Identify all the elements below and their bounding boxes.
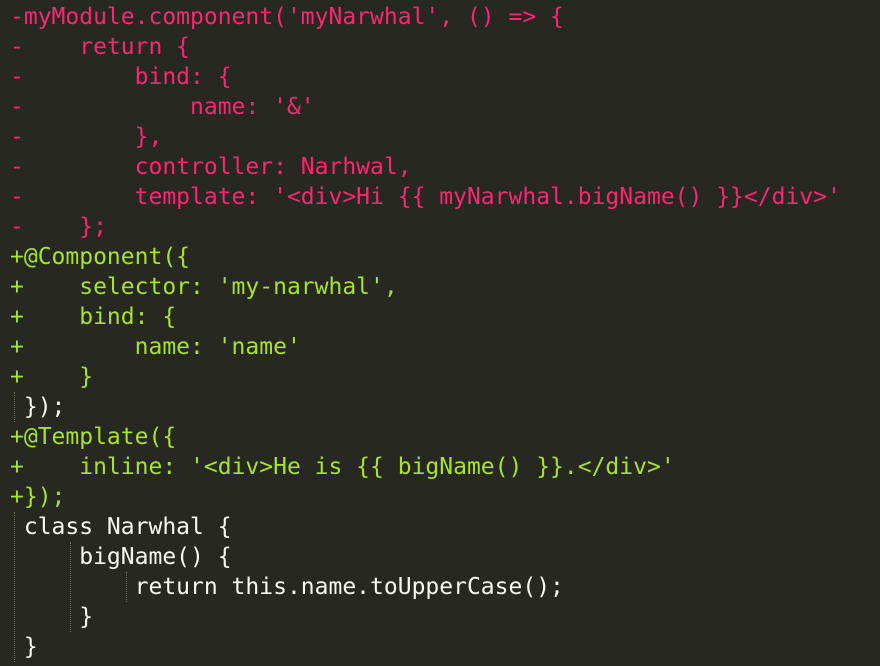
diff-line-removed: - name: '&' [10, 94, 315, 120]
diff-line-added: +}); [10, 484, 66, 510]
diff-line-added: + bind: { [10, 304, 177, 330]
diff-line-added: +@Template({ [10, 424, 177, 450]
diff-line-removed: - }, [10, 124, 163, 150]
diff-line-context: } [10, 634, 38, 660]
diff-view: -myModule.component('myNarwhal', () => {… [10, 2, 841, 662]
indent-guide [70, 542, 71, 632]
diff-line-removed: - controller: Narhwal, [10, 154, 412, 180]
diff-line-added: +@Component({ [10, 244, 191, 270]
indent-guide [14, 392, 15, 422]
diff-line-removed: - template: '<div>Hi {{ myNarwhal.bigNam… [10, 184, 841, 210]
diff-line-removed: -myModule.component('myNarwhal', () => { [10, 4, 564, 30]
diff-line-added: + selector: 'my-narwhal', [10, 274, 398, 300]
diff-line-context: class Narwhal { [10, 514, 232, 540]
diff-line-context: return this.name.toUpperCase(); [10, 574, 564, 600]
diff-line-removed: - }; [10, 214, 107, 240]
diff-line-context: } [10, 604, 94, 630]
indent-guide [126, 572, 127, 602]
diff-line-added: + inline: '<div>He is {{ bigName() }}.</… [10, 454, 675, 480]
indent-guide [14, 512, 15, 662]
code-editor[interactable]: -myModule.component('myNarwhal', () => {… [0, 0, 880, 666]
diff-line-removed: - return { [10, 34, 191, 60]
diff-line-context: }); [10, 394, 66, 420]
diff-line-removed: - bind: { [10, 64, 232, 90]
diff-line-added: + name: 'name' [10, 334, 301, 360]
diff-line-added: + } [10, 364, 94, 390]
diff-line-context: bigName() { [10, 544, 232, 570]
